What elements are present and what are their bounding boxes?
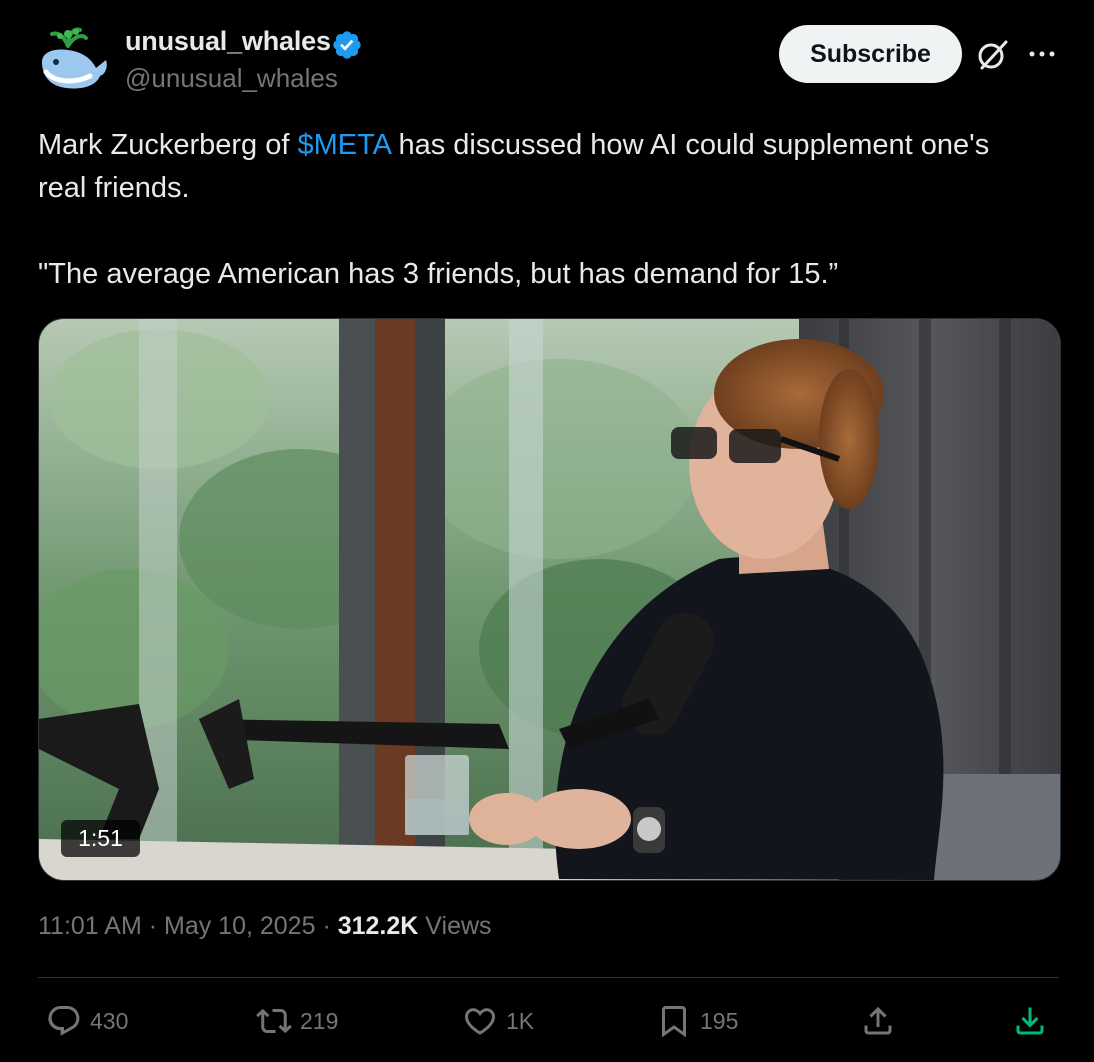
- whale-avatar-icon: [42, 27, 107, 89]
- tweet-text: Mark Zuckerberg of $META has discussed h…: [38, 124, 1038, 296]
- like-count: 1K: [506, 1007, 535, 1034]
- like-button[interactable]: 1K: [462, 998, 534, 1044]
- grok-icon[interactable]: [976, 38, 1010, 72]
- video-frame: [39, 319, 1060, 880]
- share-icon: [864, 1006, 892, 1035]
- divider: [38, 977, 1059, 978]
- verified-badge-icon: [331, 29, 363, 61]
- meta-separator: ·: [141, 912, 164, 940]
- reply-button[interactable]: 430: [46, 998, 128, 1044]
- tweet-meta: 11:01 AM · May 10, 2025 · 312.2K Views: [38, 912, 492, 941]
- bookmark-icon: [662, 1006, 686, 1038]
- cashtag-link[interactable]: $META: [297, 129, 390, 161]
- tweet-date[interactable]: May 10, 2025: [164, 912, 316, 940]
- tweet-time[interactable]: 11:01 AM: [38, 912, 142, 940]
- bookmark-count: 195: [700, 1007, 739, 1034]
- bookmark-button[interactable]: 195: [656, 998, 738, 1044]
- download-icon: [1016, 1007, 1044, 1035]
- reply-count: 430: [90, 1007, 129, 1034]
- share-button[interactable]: [860, 998, 904, 1044]
- video-player[interactable]: [38, 318, 1061, 881]
- tweet-quote: "The average American has 3 friends, but…: [38, 258, 839, 290]
- more-dots-icon[interactable]: [1026, 38, 1058, 70]
- repost-count: 219: [300, 1007, 339, 1034]
- author-avatar[interactable]: [38, 26, 110, 94]
- meta-separator: ·: [315, 912, 338, 940]
- download-button[interactable]: [1012, 998, 1056, 1044]
- subscribe-button[interactable]: Subscribe: [779, 25, 962, 83]
- reply-icon: [48, 1006, 80, 1036]
- repost-button[interactable]: 219: [256, 998, 338, 1044]
- repost-icon: [256, 1008, 292, 1034]
- views-count: 312.2K: [337, 912, 419, 940]
- views-label: Views: [418, 912, 492, 940]
- heart-icon: [464, 1008, 496, 1035]
- author-handle[interactable]: @unusual_whales: [125, 63, 338, 94]
- author-display-name[interactable]: unusual_whales: [125, 26, 331, 57]
- tweet-paragraph: Mark Zuckerberg of $META has discussed h…: [38, 124, 1038, 210]
- video-duration-badge: 1:51: [61, 820, 140, 857]
- tweet-text-start: Mark Zuckerberg of: [38, 129, 298, 161]
